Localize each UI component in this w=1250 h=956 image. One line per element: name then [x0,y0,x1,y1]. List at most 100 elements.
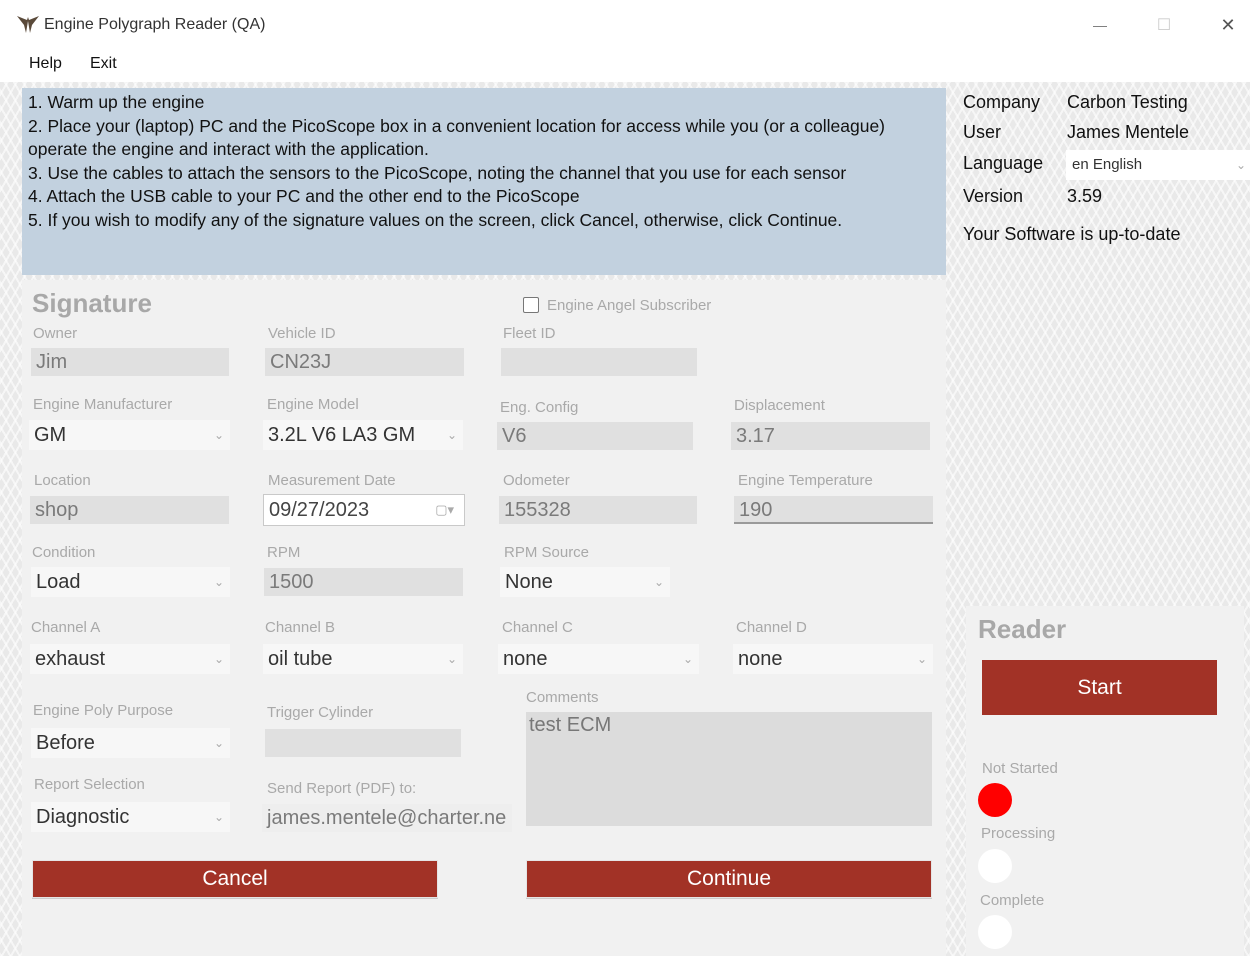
purpose-value: Before [36,732,95,754]
vehicle-id-label: Vehicle ID [268,325,336,342]
rpm-source-label: RPM Source [504,544,590,561]
chevron-down-icon: ⌄ [653,575,664,589]
location-field[interactable]: shop [30,496,229,524]
engine-manufacturer-label: Engine Manufacturer [33,396,173,413]
chevron-down-icon: ⌄ [916,652,927,666]
instruction-step: 4. Attach the USB cable to your PC and t… [28,186,580,207]
start-button[interactable]: Start [982,660,1217,715]
close-icon: ✕ [1220,14,1236,35]
send-report-field[interactable]: james.mentele@charter.ne [262,804,512,832]
rpm-source-select[interactable]: None ⌄ [500,567,670,597]
calendar-icon: ▢▾ [435,502,454,517]
fleet-id-label: Fleet ID [503,325,556,342]
user-value: James Mentele [1067,122,1190,142]
channel-d-value: none [738,648,783,670]
app-logo-icon [17,16,39,33]
status-processing-indicator [978,849,1012,883]
odometer-label: Odometer [503,472,570,489]
location-label: Location [34,472,91,489]
report-selection-select[interactable]: Diagnostic ⌄ [31,802,230,832]
engine-model-select[interactable]: 3.2L V6 LA3 GM ⌄ [263,420,463,450]
instruction-step: 5. If you wish to modify any of the sign… [28,209,843,230]
channel-b-select[interactable]: oil tube ⌄ [263,644,463,674]
chevron-down-icon: ⌄ [446,652,457,666]
channel-a-value: exhaust [35,648,106,670]
report-selection-label: Report Selection [34,776,145,793]
maximize-button[interactable]: ☐ [1144,10,1184,40]
chevron-down-icon: ⌄ [213,810,224,824]
channel-d-label: Channel D [736,619,807,636]
rpm-label: RPM [267,544,301,561]
status-processing-label: Processing [981,825,1056,842]
subscriber-checkbox[interactable] [523,297,539,313]
status-complete-label: Complete [980,892,1045,909]
language-value: en English [1072,156,1143,173]
chevron-down-icon: ⌄ [213,736,224,750]
measurement-date-label: Measurement Date [268,472,396,489]
engine-model-label: Engine Model [267,396,359,413]
instruction-step: 2. Place your (laptop) PC and the PicoSc… [28,115,886,160]
status-not-started-label: Not Started [982,760,1058,777]
displacement-field[interactable]: 3.17 [731,422,930,450]
chevron-down-icon: ⌄ [213,428,224,442]
signature-title: Signature [32,288,152,318]
rpm-field[interactable]: 1500 [264,568,463,596]
status-complete-indicator [978,915,1012,949]
engine-manufacturer-select[interactable]: GM ⌄ [29,420,230,450]
comments-textarea[interactable]: test ECM [526,712,932,826]
comments-label: Comments [526,689,599,706]
fleet-id-field[interactable] [501,348,697,376]
company-label: Company [963,92,1041,112]
channel-b-value: oil tube [268,648,333,670]
measurement-date-value: 09/27/2023 [269,499,370,521]
engine-temperature-field[interactable]: 190 [734,496,933,524]
send-report-label: Send Report (PDF) to: [267,780,417,797]
condition-select[interactable]: Load ⌄ [31,567,230,597]
minimize-icon: — [1093,17,1107,33]
version-label: Version [963,186,1024,206]
window-title: Engine Polygraph Reader (QA) [44,16,266,33]
version-value: 3.59 [1067,186,1103,206]
minimize-button[interactable]: — [1080,10,1120,40]
menu-bar: Help Exit [0,48,1250,82]
cancel-button[interactable]: Cancel [32,860,438,898]
odometer-field[interactable]: 155328 [499,496,697,524]
channel-c-value: none [503,648,548,670]
signature-panel [22,280,946,956]
channel-c-select[interactable]: none ⌄ [498,644,699,674]
chevron-down-icon: ⌄ [682,652,693,666]
language-label: Language [963,153,1044,173]
user-label: User [963,122,1002,142]
title-bar: Engine Polygraph Reader (QA) — ☐ ✕ [0,0,1250,48]
subscriber-label: Engine Angel Subscriber [547,297,712,314]
language-select[interactable]: en English ⌄ [1066,150,1250,180]
channel-c-label: Channel C [502,619,573,636]
channel-b-label: Channel B [265,619,336,636]
condition-label: Condition [32,544,96,561]
owner-field[interactable]: Jim [31,348,229,376]
measurement-date-picker[interactable]: 09/27/2023 ▢▾ [263,494,465,526]
close-window-button[interactable]: ✕ [1208,10,1248,40]
menu-exit[interactable]: Exit [90,55,117,73]
instruction-step: 3. Use the cables to attach the sensors … [28,162,847,183]
engine-temperature-label: Engine Temperature [738,472,873,489]
continue-button[interactable]: Continue [526,860,932,898]
purpose-select[interactable]: Before ⌄ [31,728,230,758]
channel-a-select[interactable]: exhaust ⌄ [30,644,230,674]
chevron-down-icon: ⌄ [446,428,457,442]
reader-title: Reader [978,614,1067,644]
trigger-cylinder-label: Trigger Cylinder [267,704,374,721]
owner-label: Owner [33,325,78,342]
trigger-cylinder-field[interactable] [265,729,461,757]
condition-value: Load [36,571,81,593]
engine-manufacturer-value: GM [34,424,67,446]
update-status: Your Software is up-to-date [963,224,1181,244]
channel-d-select[interactable]: none ⌄ [733,644,933,674]
engine-model-value: 3.2L V6 LA3 GM [268,424,416,446]
menu-help[interactable]: Help [29,55,62,73]
chevron-down-icon: ⌄ [213,575,224,589]
chevron-down-icon: ⌄ [213,652,224,666]
instructions-panel: 1. Warm up the engine 2. Place your (lap… [22,88,946,275]
eng-config-field[interactable]: V6 [497,422,693,450]
vehicle-id-field[interactable]: CN23J [265,348,464,376]
